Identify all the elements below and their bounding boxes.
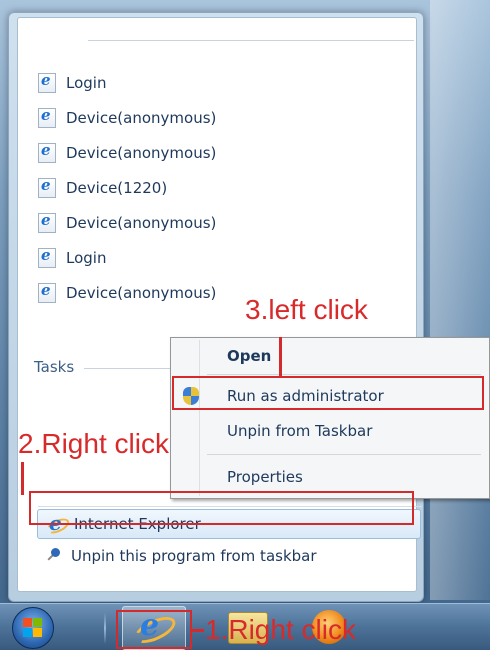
highlight-taskbar-ie [116, 610, 192, 649]
recent-item[interactable]: Login [38, 70, 106, 96]
annotation-pointer [279, 337, 282, 377]
menu-item-unpin-from-taskbar[interactable]: Unpin from Taskbar [227, 417, 372, 445]
start-orb-icon[interactable] [12, 607, 54, 649]
annotation-step-1: 1.Right click [205, 614, 356, 645]
highlight-internet-explorer [29, 491, 414, 525]
aero-glass-background [430, 0, 490, 600]
recent-item-label: Device(anonymous) [66, 144, 217, 162]
recent-item-label: Device(anonymous) [66, 109, 217, 127]
ie-document-icon [38, 71, 56, 93]
menu-item-properties[interactable]: Properties [227, 463, 303, 491]
menu-separator [207, 374, 481, 375]
recent-item-label: Login [66, 74, 107, 92]
recent-item[interactable]: Device(anonymous) [38, 280, 216, 306]
divider [84, 368, 184, 369]
unpin-label: Unpin this program from taskbar [71, 547, 317, 565]
recent-item[interactable]: Device(anonymous) [38, 210, 216, 236]
ie-document-icon [38, 106, 56, 128]
highlight-run-as-admin [172, 376, 484, 410]
recent-item-label: Login [66, 249, 107, 267]
recent-item[interactable]: Device(anonymous) [38, 105, 216, 131]
ie-document-icon [38, 211, 56, 233]
annotation-pointer [21, 462, 24, 495]
ie-document-icon [38, 141, 56, 163]
ie-document-icon [38, 281, 56, 303]
recent-item-label: Device(anonymous) [66, 214, 217, 232]
annotation-pointer [192, 629, 204, 632]
pin-icon [45, 548, 61, 564]
menu-item-open[interactable]: Open [227, 342, 271, 370]
recent-item[interactable]: Login [38, 245, 106, 271]
ie-document-icon [38, 176, 56, 198]
recent-item-label: Device(anonymous) [66, 284, 217, 302]
recent-item[interactable]: Device(1220) [38, 175, 167, 201]
menu-gutter [199, 340, 200, 496]
recent-item[interactable]: Device(anonymous) [38, 140, 216, 166]
ie-document-icon [38, 246, 56, 268]
tasks-header: Tasks [34, 358, 75, 376]
annotation-step-2: 2.Right click [18, 428, 169, 459]
recent-item-label: Device(1220) [66, 179, 168, 197]
context-menu: Open Run as administrator Unpin from Tas… [170, 337, 490, 499]
unpin-from-taskbar-link[interactable]: Unpin this program from taskbar [45, 543, 317, 569]
annotation-step-3: 3.left click [245, 294, 368, 325]
taskbar-separator [104, 612, 106, 644]
menu-separator [207, 454, 481, 455]
divider [88, 40, 414, 41]
